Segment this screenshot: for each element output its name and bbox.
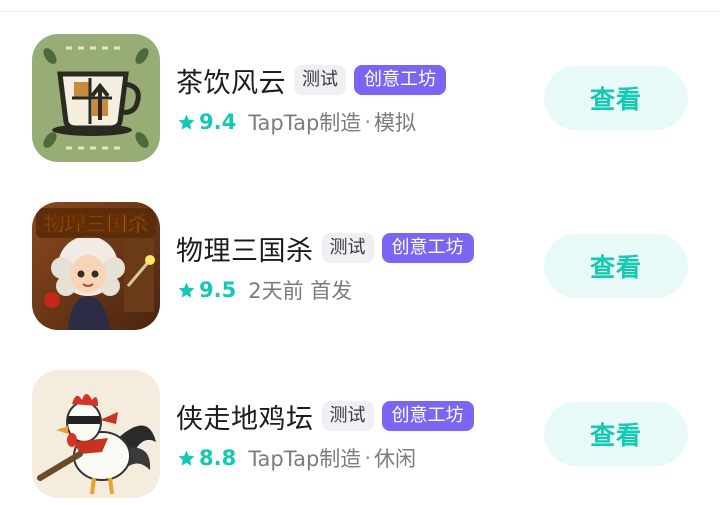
star-icon	[178, 114, 195, 130]
meta-separator: ·	[364, 446, 371, 470]
rating-value: 8.8	[199, 446, 237, 470]
game-title[interactable]: 茶饮风云	[176, 61, 286, 100]
rating-value: 9.4	[199, 110, 237, 134]
physics-scientist-icon[interactable]: 物理三国杀	[32, 202, 160, 330]
category-label: 休闲	[374, 447, 416, 471]
view-button[interactable]: 查看	[544, 234, 688, 298]
tea-cup-icon[interactable]	[32, 34, 160, 162]
top-divider	[0, 11, 720, 12]
icon-title-text: 物理三国杀	[44, 212, 149, 236]
game-title[interactable]: 物理三国杀	[176, 229, 314, 268]
meta-line: 8.8 TapTap制造 · 休闲	[177, 442, 416, 474]
star-icon	[178, 282, 195, 298]
game-title[interactable]: 侠走地鸡坛	[176, 397, 314, 436]
game-list-item[interactable]: 茶饮风云 测试 创意工坊 9.4 TapTap制造 · 模拟 查看	[0, 34, 720, 164]
creative-workshop-tag: 创意工坊	[381, 401, 474, 431]
category-label: 模拟	[374, 111, 416, 135]
test-tag: 测试	[321, 233, 374, 263]
developer-label: TapTap制造	[248, 111, 362, 135]
star-icon	[178, 450, 195, 466]
ninja-rooster-icon[interactable]	[32, 370, 160, 498]
creative-workshop-tag: 创意工坊	[354, 65, 446, 95]
meta-line: 9.5 2天前 首发	[177, 274, 352, 306]
creative-workshop-tag: 创意工坊	[381, 233, 474, 263]
test-tag: 测试	[294, 65, 346, 95]
release-label: 2天前 首发	[248, 279, 353, 303]
game-list-item[interactable]: 物理三国杀 物理三国杀 测试 创意工坊 9.5 2天前 首发 查看	[0, 202, 720, 332]
title-line: 茶饮风云 测试 创意工坊	[176, 60, 446, 100]
rating-value: 9.5	[199, 278, 237, 302]
meta-separator: ·	[364, 110, 371, 134]
test-tag: 测试	[321, 401, 374, 431]
view-button[interactable]: 查看	[544, 66, 688, 130]
game-list-item[interactable]: 侠走地鸡坛 测试 创意工坊 8.8 TapTap制造 · 休闲 查看	[0, 370, 720, 500]
view-button[interactable]: 查看	[544, 402, 688, 466]
title-line: 侠走地鸡坛 测试 创意工坊	[176, 396, 474, 436]
title-line: 物理三国杀 测试 创意工坊	[176, 228, 474, 268]
developer-label: TapTap制造	[248, 447, 362, 471]
meta-line: 9.4 TapTap制造 · 模拟	[177, 106, 416, 138]
